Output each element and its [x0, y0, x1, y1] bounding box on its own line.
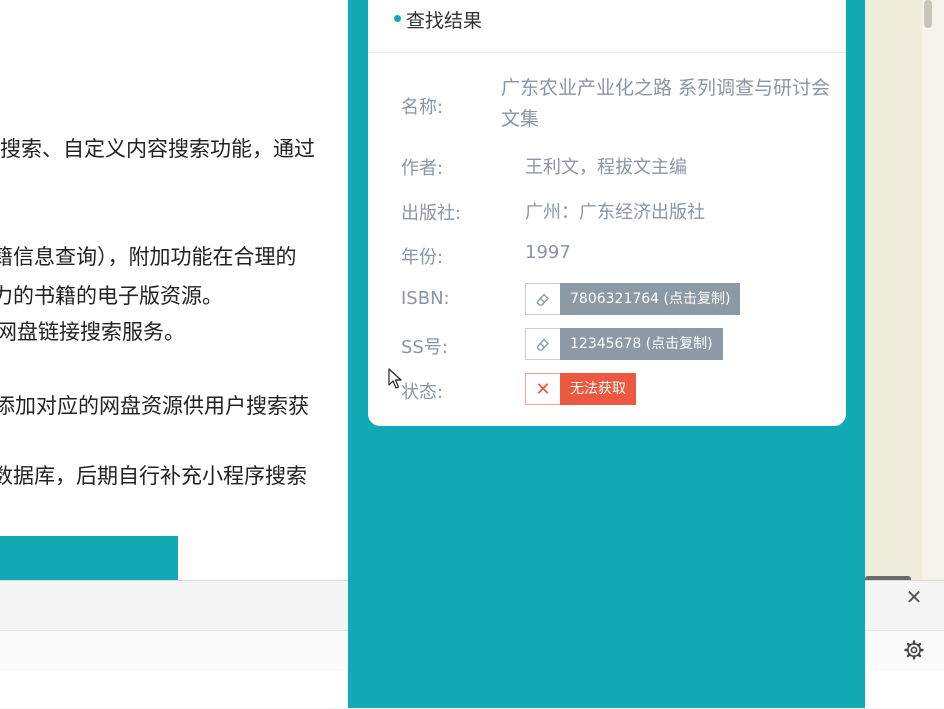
doc-line: 添加对应的网盘资源供用户搜索获 — [0, 394, 309, 418]
doc-line: 数据库，后期自行补充小程序搜索 — [0, 464, 307, 488]
close-icon[interactable]: ✕ — [904, 587, 924, 607]
bullet-dot-icon — [394, 15, 401, 22]
doc-line: 网盘链接搜索服务。 — [0, 320, 185, 344]
gear-icon[interactable] — [904, 640, 924, 660]
eraser-icon[interactable] — [525, 328, 560, 360]
author-label: 作者: — [401, 158, 444, 179]
doc-line: 力的书籍的电子版资源。 — [0, 284, 223, 308]
author-value: 王利文，程拔文主编 — [525, 157, 687, 178]
eraser-icon[interactable] — [525, 283, 560, 315]
ss-copy-button[interactable]: 12345678 (点击复制) — [525, 328, 723, 360]
result-card-header: 查找结果 — [368, 0, 846, 53]
isbn-copy-label[interactable]: 7806321764 (点击复制) — [560, 283, 741, 315]
ss-copy-label[interactable]: 12345678 (点击复制) — [560, 328, 723, 360]
ss-label: SS号: — [401, 337, 448, 358]
scrollbar-track[interactable] — [922, 0, 944, 580]
status-label: 状态: — [401, 382, 444, 403]
mouse-cursor-icon — [388, 368, 402, 394]
status-value: 无法获取 — [560, 373, 636, 405]
publisher-value: 广州：广东经济出版社 — [525, 202, 705, 223]
publisher-label: 出版社: — [401, 203, 462, 224]
doc-teal-bar — [0, 536, 178, 580]
scrollbar-thumb[interactable] — [924, 0, 932, 28]
doc-line: 籍信息查询），附加功能在合理的 — [0, 245, 297, 269]
close-icon: ✕ — [525, 373, 560, 405]
isbn-copy-button[interactable]: 7806321764 (点击复制) — [525, 283, 741, 315]
name-value: 广东农业产业化之路 系列调查与研讨会文集 — [501, 77, 831, 130]
name-label: 名称: — [401, 97, 444, 118]
year-label: 年份: — [401, 247, 444, 268]
result-card-title: 查找结果 — [406, 10, 483, 32]
status-badge: ✕ 无法获取 — [525, 373, 636, 405]
doc-line: 搜索、自定义内容搜索功能，通过 — [0, 137, 315, 161]
side-panel-inner — [866, 0, 923, 580]
isbn-label: ISBN: — [401, 288, 450, 309]
year-value: 1997 — [525, 242, 571, 263]
result-card: 名称: 广东农业产业化之路 系列调查与研讨会文集 作者: 王利文，程拔文主编 出… — [368, 53, 846, 426]
